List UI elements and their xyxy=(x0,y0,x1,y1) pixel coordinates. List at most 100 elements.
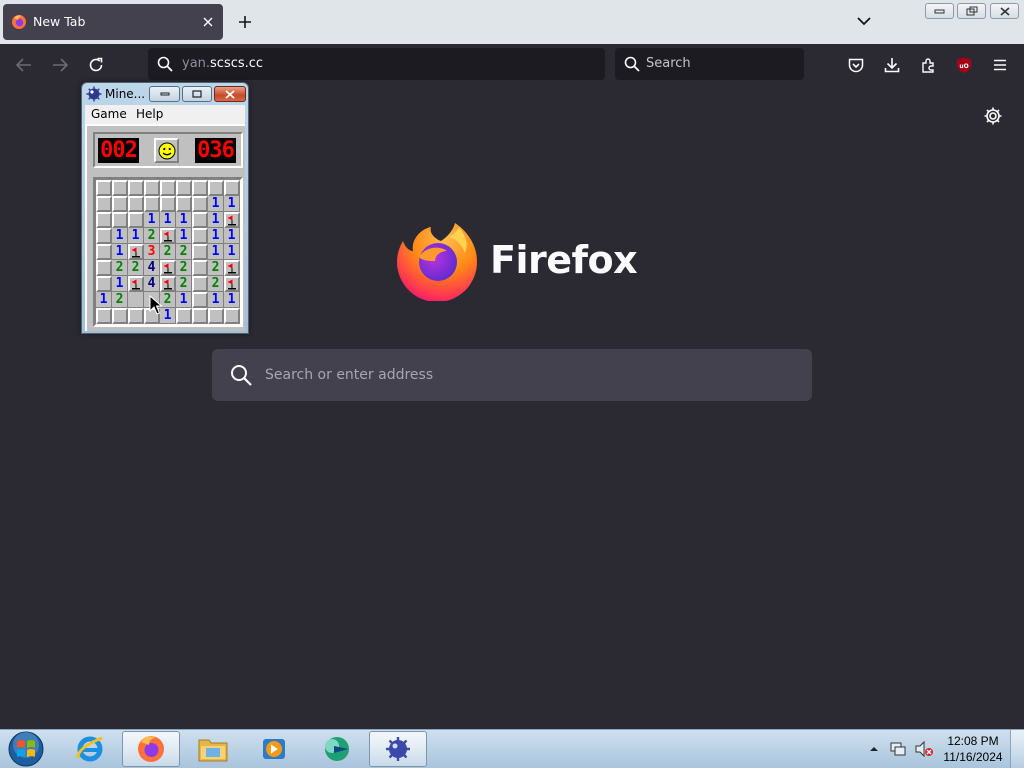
unrevealed-cell[interactable] xyxy=(176,180,192,196)
unrevealed-cell[interactable] xyxy=(192,260,208,276)
unrevealed-cell[interactable] xyxy=(112,212,128,228)
revealed-number-cell[interactable]: 1 xyxy=(176,292,192,308)
unrevealed-cell[interactable] xyxy=(224,308,240,324)
unrevealed-cell[interactable] xyxy=(112,180,128,196)
pocket-icon[interactable] xyxy=(845,54,867,76)
flagged-cell[interactable] xyxy=(160,260,176,276)
forward-arrow-icon[interactable] xyxy=(49,54,71,76)
new-tab-search-input[interactable]: Search or enter address xyxy=(212,349,812,401)
flagged-cell[interactable] xyxy=(160,276,176,292)
flagged-cell[interactable] xyxy=(160,228,176,244)
flagged-cell[interactable] xyxy=(224,276,240,292)
unrevealed-cell[interactable] xyxy=(144,180,160,196)
flagged-cell[interactable] xyxy=(128,276,144,292)
unrevealed-cell[interactable] xyxy=(96,244,112,260)
revealed-number-cell[interactable]: 1 xyxy=(112,228,128,244)
revealed-number-cell[interactable]: 2 xyxy=(112,260,128,276)
system-clock[interactable]: 12:08 PM 11/16/2024 xyxy=(940,733,1006,765)
minesweeper-title-bar[interactable]: Mine... xyxy=(82,83,248,105)
maximize-button[interactable] xyxy=(182,86,212,102)
unrevealed-cell[interactable] xyxy=(192,276,208,292)
menu-help[interactable]: Help xyxy=(136,107,163,122)
start-button[interactable] xyxy=(6,730,46,768)
unrevealed-cell[interactable] xyxy=(192,212,208,228)
unrevealed-cell[interactable] xyxy=(176,308,192,324)
revealed-number-cell[interactable]: 1 xyxy=(112,244,128,260)
revealed-number-cell[interactable]: 2 xyxy=(160,244,176,260)
revealed-number-cell[interactable]: 1 xyxy=(144,212,160,228)
unrevealed-cell[interactable] xyxy=(96,180,112,196)
tab-new-tab[interactable]: New Tab xyxy=(3,4,223,40)
revealed-number-cell[interactable]: 2 xyxy=(208,260,224,276)
minimize-button[interactable] xyxy=(149,86,180,102)
network-icon[interactable] xyxy=(889,740,907,758)
restore-window-button[interactable] xyxy=(957,3,986,19)
unrevealed-cell[interactable] xyxy=(128,212,144,228)
unrevealed-cell[interactable] xyxy=(128,180,144,196)
unrevealed-cell[interactable] xyxy=(96,260,112,276)
revealed-number-cell[interactable]: 1 xyxy=(176,228,192,244)
revealed-number-cell[interactable]: 1 xyxy=(160,308,176,324)
revealed-number-cell[interactable]: 1 xyxy=(208,292,224,308)
unrevealed-cell[interactable] xyxy=(96,276,112,292)
revealed-number-cell[interactable]: 2 xyxy=(208,276,224,292)
unrevealed-cell[interactable] xyxy=(144,196,160,212)
unrevealed-cell[interactable] xyxy=(160,196,176,212)
revealed-number-cell[interactable]: 1 xyxy=(208,196,224,212)
unrevealed-cell[interactable] xyxy=(208,180,224,196)
address-bar[interactable]: yan.scscs.cc xyxy=(148,48,605,80)
list-all-tabs-chevron-icon[interactable] xyxy=(854,11,874,31)
extensions-puzzle-icon[interactable] xyxy=(918,54,940,76)
revealed-number-cell[interactable]: 2 xyxy=(176,260,192,276)
unrevealed-cell[interactable] xyxy=(128,308,144,324)
taskbar-media-player[interactable] xyxy=(245,731,303,767)
unrevealed-cell[interactable] xyxy=(96,212,112,228)
revealed-number-cell[interactable]: 1 xyxy=(128,228,144,244)
revealed-number-cell[interactable]: 1 xyxy=(176,212,192,228)
revealed-number-cell[interactable]: 4 xyxy=(144,260,160,276)
flagged-cell[interactable] xyxy=(224,260,240,276)
taskbar-remote-assistance[interactable] xyxy=(307,731,365,767)
revealed-number-cell[interactable]: 2 xyxy=(144,228,160,244)
flagged-cell[interactable] xyxy=(224,212,240,228)
revealed-number-cell[interactable]: 3 xyxy=(144,244,160,260)
revealed-number-cell[interactable]: 2 xyxy=(112,292,128,308)
revealed-number-cell[interactable]: 2 xyxy=(128,260,144,276)
unrevealed-cell[interactable] xyxy=(96,196,112,212)
ublock-origin-icon[interactable]: uO xyxy=(953,54,975,76)
revealed-number-cell[interactable]: 1 xyxy=(208,212,224,228)
unrevealed-cell[interactable] xyxy=(160,180,176,196)
smiley-face-button[interactable] xyxy=(154,138,179,163)
show-desktop-button[interactable] xyxy=(1010,730,1024,768)
unrevealed-cell[interactable] xyxy=(192,180,208,196)
taskbar-windows-explorer[interactable] xyxy=(184,731,242,767)
revealed-number-cell[interactable]: 2 xyxy=(160,292,176,308)
revealed-number-cell[interactable]: 1 xyxy=(112,276,128,292)
revealed-number-cell[interactable]: 1 xyxy=(224,292,240,308)
revealed-number-cell[interactable]: 1 xyxy=(224,228,240,244)
unrevealed-cell[interactable] xyxy=(96,308,112,324)
close-tab-icon[interactable] xyxy=(199,13,217,31)
taskbar-internet-explorer[interactable] xyxy=(61,731,119,767)
taskbar-firefox[interactable] xyxy=(122,731,180,767)
minesweeper-window[interactable]: Mine... Game Help 002 036 1 1 1 1 1 1 1 … xyxy=(81,82,249,334)
unrevealed-cell[interactable] xyxy=(128,196,144,212)
unrevealed-cell[interactable] xyxy=(112,308,128,324)
revealed-number-cell[interactable]: 1 xyxy=(224,244,240,260)
downloads-icon[interactable] xyxy=(881,54,903,76)
revealed-number-cell[interactable]: 2 xyxy=(176,244,192,260)
flagged-cell[interactable] xyxy=(128,244,144,260)
unrevealed-cell[interactable] xyxy=(208,308,224,324)
revealed-number-cell[interactable]: 1 xyxy=(208,244,224,260)
unrevealed-cell[interactable] xyxy=(192,196,208,212)
unrevealed-cell[interactable] xyxy=(176,196,192,212)
revealed-empty-cell[interactable] xyxy=(128,292,144,308)
settings-gear-icon[interactable] xyxy=(983,106,1003,126)
unrevealed-cell[interactable] xyxy=(192,308,208,324)
menu-hamburger-icon[interactable] xyxy=(989,54,1011,76)
minimize-window-button[interactable] xyxy=(925,3,954,19)
unrevealed-cell[interactable] xyxy=(192,244,208,260)
revealed-number-cell[interactable]: 1 xyxy=(160,212,176,228)
close-window-button[interactable] xyxy=(990,3,1019,19)
unrevealed-cell[interactable] xyxy=(192,228,208,244)
